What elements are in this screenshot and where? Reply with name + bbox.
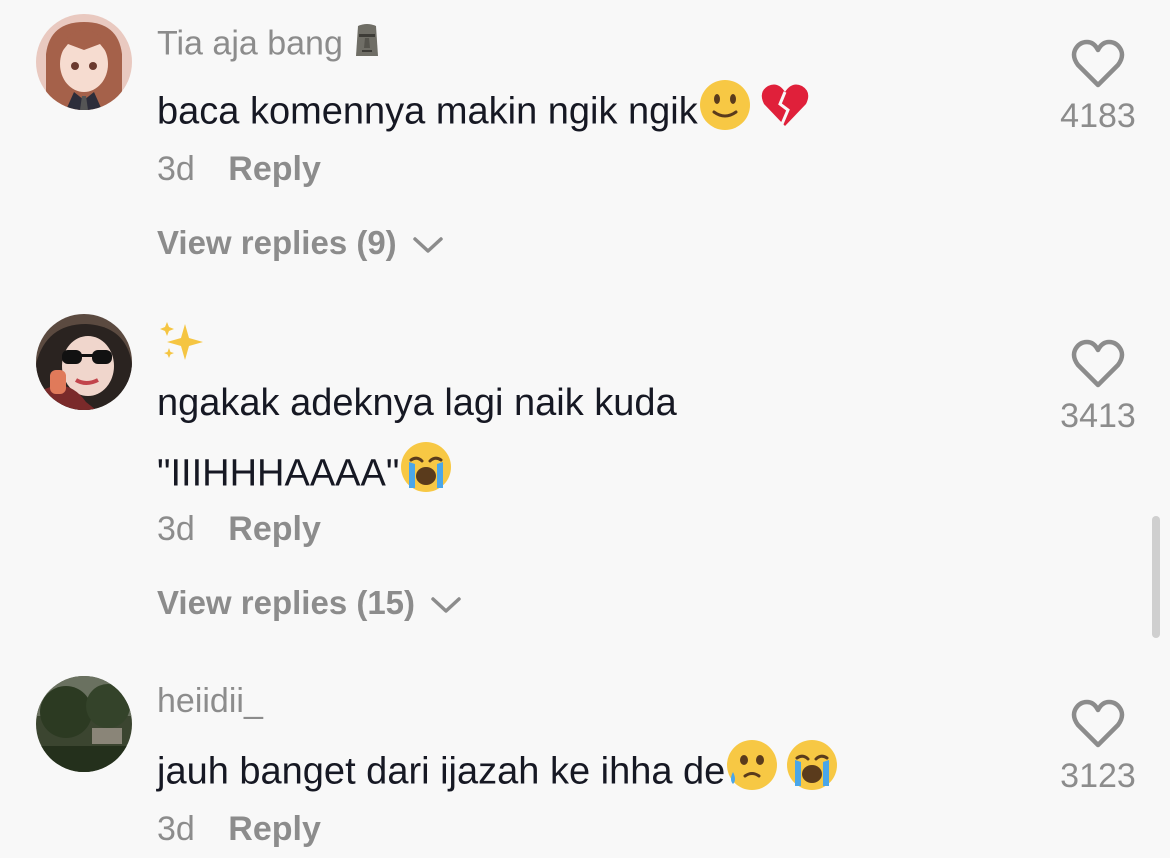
comment-text: baca komennya makin ngik ngik bbox=[157, 90, 698, 133]
avatar[interactable] bbox=[36, 676, 132, 772]
avatar-sunglasses-woman-icon bbox=[36, 314, 132, 410]
like-button[interactable]: 4183 bbox=[1052, 38, 1144, 136]
comment-time: 3d bbox=[157, 810, 195, 848]
slightly-smiling-face-icon bbox=[698, 78, 752, 149]
heart-outline-icon bbox=[1071, 39, 1125, 88]
view-replies-label: View replies (9) bbox=[157, 224, 397, 261]
like-button[interactable]: 3123 bbox=[1052, 698, 1144, 796]
comment-time: 3d bbox=[157, 510, 195, 548]
chevron-down-icon bbox=[413, 237, 443, 254]
comment-time: 3d bbox=[157, 150, 195, 188]
face-holding-back-tears-icon bbox=[725, 738, 779, 809]
reply-button[interactable]: Reply bbox=[228, 810, 321, 848]
like-count: 3123 bbox=[1060, 757, 1136, 795]
moai-icon bbox=[352, 22, 382, 69]
avatar[interactable] bbox=[36, 14, 132, 110]
like-count: 3413 bbox=[1060, 397, 1136, 435]
comment-text-line-2: "IIIHHHAAAA" bbox=[157, 452, 400, 495]
loudly-crying-face-icon bbox=[399, 440, 453, 511]
like-count: 4183 bbox=[1060, 97, 1136, 135]
username[interactable]: heiidii_ bbox=[157, 682, 263, 720]
username[interactable]: Tia aja bang bbox=[157, 24, 343, 62]
view-replies-button[interactable]: View replies (9) bbox=[157, 224, 444, 262]
view-replies-button[interactable]: View replies (15) bbox=[157, 584, 462, 622]
avatar[interactable] bbox=[36, 314, 132, 410]
comment-text: jauh banget dari ijazah ke ihha de bbox=[157, 750, 726, 793]
view-replies-label: View replies (15) bbox=[157, 584, 416, 621]
comment-text-line-1: ngakak adeknya lagi naik kuda bbox=[157, 382, 677, 424]
avatar-landscape-icon bbox=[36, 676, 132, 772]
reply-button[interactable]: Reply bbox=[228, 510, 321, 548]
loudly-crying-face-icon bbox=[785, 738, 839, 809]
heart-outline-icon bbox=[1071, 339, 1125, 388]
heart-outline-icon bbox=[1071, 699, 1125, 748]
sparkles-icon bbox=[157, 320, 205, 373]
like-button[interactable]: 3413 bbox=[1052, 338, 1144, 436]
chevron-down-icon bbox=[431, 597, 461, 614]
reply-button[interactable]: Reply bbox=[228, 150, 321, 188]
broken-heart-icon bbox=[758, 78, 812, 149]
avatar-anime-girl-icon bbox=[36, 14, 132, 110]
scrollbar[interactable] bbox=[1152, 516, 1160, 638]
